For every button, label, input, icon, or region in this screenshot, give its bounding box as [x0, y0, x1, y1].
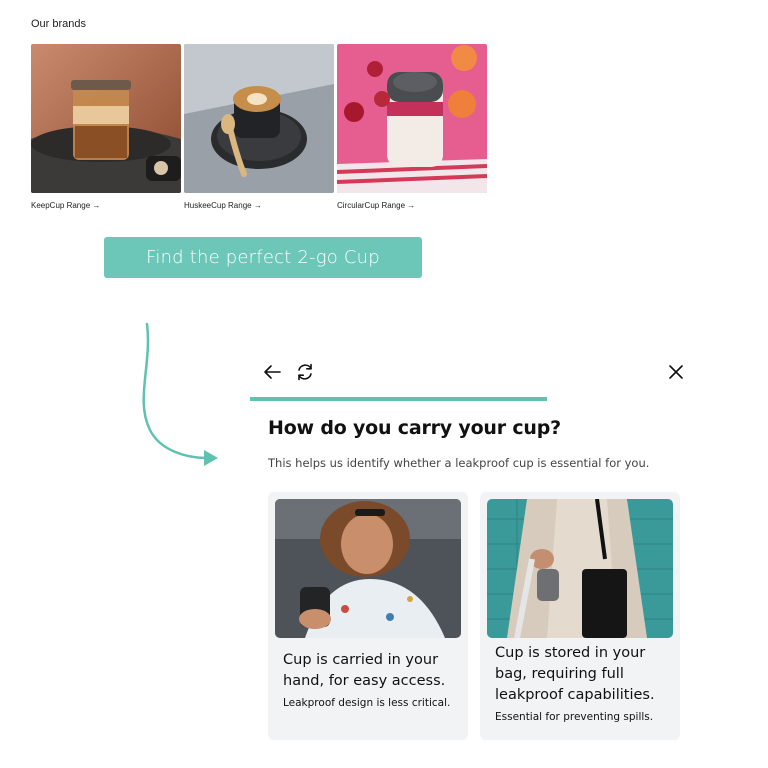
keepcup-range-link[interactable]: KeepCup Range → [31, 201, 181, 210]
option-bag-text: Cup is stored in your bag, requiring ful… [495, 643, 655, 706]
progress-bar [250, 397, 547, 401]
keepcup-image[interactable] [31, 44, 181, 193]
circularcup-image[interactable] [337, 44, 487, 193]
close-icon[interactable] [664, 360, 688, 384]
option-bag-line1: Cup is stored in your [495, 645, 646, 661]
option-bag-note: Essential for preventing spills. [495, 711, 654, 723]
brand-card-keepcup[interactable]: KeepCup Range → [31, 44, 181, 210]
back-arrow-icon[interactable] [260, 360, 284, 384]
huskeecup-range-link[interactable]: HuskeeCup Range → [184, 201, 334, 210]
brand-card-huskeecup[interactable]: HuskeeCup Range → [184, 44, 334, 210]
find-cup-button[interactable]: Find the perfect 2-go Cup [104, 237, 422, 278]
option-bag-image [487, 499, 673, 638]
option-card-bag[interactable]: Cup is stored in your bag, requiring ful… [480, 492, 680, 740]
option-hand-line1: Cup is carried in your [283, 652, 439, 668]
brand-card-circularcup[interactable]: CircularCup Range → [337, 44, 487, 210]
option-bag-line3: leakproof capabilities. [495, 687, 655, 703]
option-hand-line2: hand, for easy access. [283, 673, 446, 689]
option-hand-text: Cup is carried in your hand, for easy ac… [283, 650, 445, 692]
quiz-question-subtitle: This helps us identify whether a leakpro… [268, 456, 650, 470]
brands-heading: Our brands [31, 18, 87, 30]
curved-arrow-icon [142, 322, 218, 466]
option-hand-image [275, 499, 461, 638]
quiz-question-title: How do you carry your cup? [268, 417, 561, 439]
option-hand-note: Leakproof design is less critical. [283, 697, 451, 709]
quiz-panel: How do you carry your cup? This helps us… [250, 355, 690, 755]
huskeecup-image[interactable] [184, 44, 334, 193]
circularcup-range-link[interactable]: CircularCup Range → [337, 201, 487, 210]
option-card-hand[interactable]: Cup is carried in your hand, for easy ac… [268, 492, 468, 740]
refresh-icon[interactable] [293, 360, 317, 384]
option-bag-line2: bag, requiring full [495, 666, 624, 682]
